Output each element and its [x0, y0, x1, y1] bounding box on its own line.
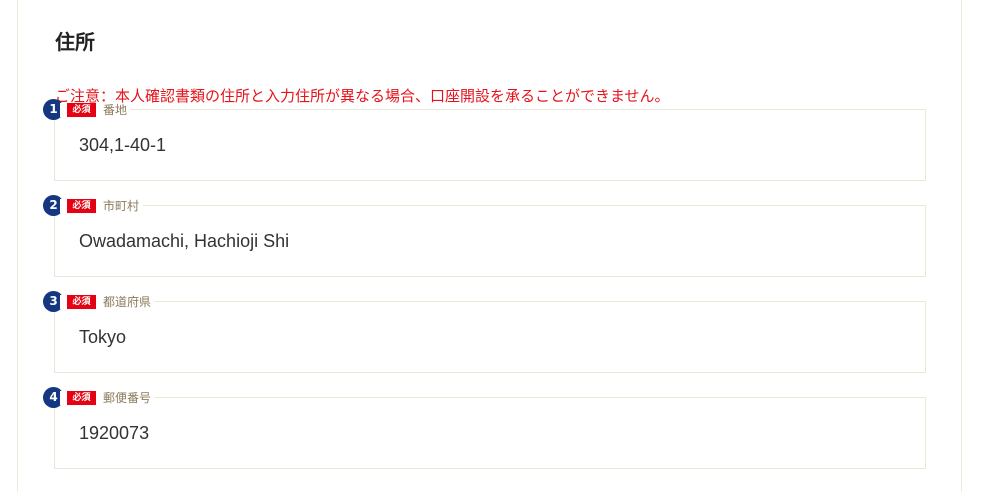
- prefecture-input[interactable]: [79, 324, 899, 350]
- required-badge: 必須: [67, 198, 96, 213]
- field-legend: 4 必須 郵便番号: [43, 387, 156, 408]
- required-badge: 必須: [67, 294, 96, 309]
- required-badge: 必須: [67, 102, 96, 117]
- section-title: 住所: [55, 30, 95, 54]
- field-label: 市町村: [103, 198, 140, 213]
- field-city: 2 必須 市町村: [43, 195, 926, 277]
- field-legend: 3 必須 都道府県: [43, 291, 156, 312]
- field-legend: 1 必須 番地: [43, 99, 132, 120]
- field-prefecture: 3 必須 都道府県: [43, 291, 926, 373]
- city-input[interactable]: [79, 228, 899, 254]
- field-postal-code: 4 必須 郵便番号: [43, 387, 926, 469]
- postal-code-input[interactable]: [79, 420, 899, 446]
- required-badge: 必須: [67, 390, 96, 405]
- field-label: 郵便番号: [103, 390, 152, 405]
- street-number-input[interactable]: [79, 132, 899, 158]
- field-legend: 2 必須 市町村: [43, 195, 144, 216]
- field-street-number: 1 必須 番地: [43, 99, 926, 181]
- field-label: 番地: [103, 102, 128, 117]
- address-notice: ご注意：本人確認書類の住所と入力住所が異なる場合、口座開設を承ることができません…: [55, 87, 670, 105]
- field-label: 都道府県: [103, 294, 152, 309]
